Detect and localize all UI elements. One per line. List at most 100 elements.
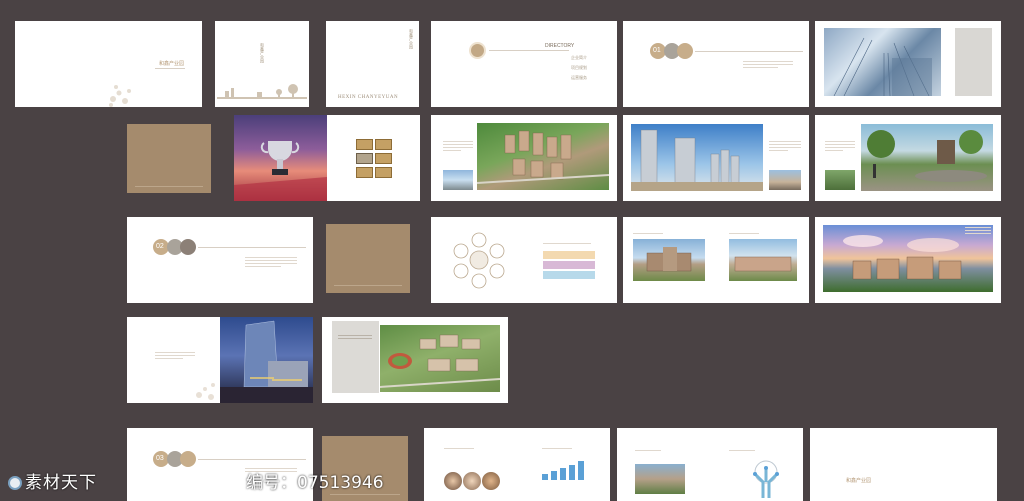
page-aerial-complex <box>431 115 617 201</box>
certificate-plaque <box>375 153 392 164</box>
text-block <box>729 450 755 453</box>
page-kraft-card-2 <box>326 224 410 293</box>
page-intro-landscape: 和鑫产业园 <box>215 21 309 107</box>
site-logo-icon <box>8 476 22 490</box>
tree-diagram-icon <box>753 460 779 498</box>
night-tower-photo <box>220 317 313 403</box>
grey-side-panel <box>955 28 992 96</box>
team-photo <box>444 472 462 490</box>
page-plaza <box>815 115 1001 201</box>
text-block <box>155 352 195 361</box>
logo-emblem <box>469 42 486 59</box>
campus-photo-right <box>729 239 797 281</box>
chapter-rule <box>198 247 306 248</box>
cover-subtitle: HEXIN CHANYEYUAN <box>338 95 399 100</box>
text-block <box>743 61 793 70</box>
toc-list: 企业简介 项目规划 运营服务 <box>571 55 601 81</box>
page-sunset-campus <box>815 217 1001 303</box>
office-towers-icon <box>631 129 763 191</box>
page-back-cover: 和鑫产业园 <box>810 428 997 501</box>
page-kraft-card <box>127 124 211 193</box>
page-chapter-02: 02 <box>127 217 313 303</box>
chapter-circle-3 <box>180 451 196 467</box>
landscape-silhouette-icon <box>217 84 307 99</box>
tower-lines-icon <box>833 37 932 96</box>
cover-title: 和鑫产业园 <box>159 61 185 67</box>
aerial-render-photo <box>477 123 609 190</box>
kraft-rule <box>334 285 402 286</box>
legend-swatch <box>543 261 595 269</box>
chapter-number: 02 <box>156 243 164 250</box>
text-block <box>444 448 474 451</box>
page-award-spread <box>234 115 420 201</box>
page-campus-views <box>623 217 809 303</box>
plaza-scene-icon <box>867 130 987 182</box>
color-legend <box>543 251 595 279</box>
chapter-number: 01 <box>653 47 661 54</box>
directory-label: DIRECTORY <box>545 43 575 49</box>
certificate-grid <box>356 139 392 178</box>
text-block <box>729 233 759 236</box>
trophy-photo <box>234 115 327 201</box>
certificate-plaque <box>356 153 373 164</box>
chapter-rule <box>695 51 803 52</box>
page-skyscraper <box>815 21 1001 107</box>
masterplan-photo <box>380 325 500 392</box>
text-block <box>543 243 591 246</box>
text-block <box>769 141 801 153</box>
watermark-id: 编号：07513946 <box>246 473 384 493</box>
chapter-rule <box>198 459 306 460</box>
page-chapter-01: 01 <box>623 21 809 107</box>
team-photo <box>482 472 500 490</box>
vertical-title: 和鑫产业园 <box>260 43 265 63</box>
toc-item: 企业简介 <box>571 55 587 60</box>
growth-bar-chart <box>542 461 584 480</box>
certificate-plaque <box>356 139 373 150</box>
skyscraper-photo <box>824 28 941 96</box>
watermark-site: 素材天下 <box>8 468 97 493</box>
campus-aerial-thumb <box>635 464 685 494</box>
page-service-diagram <box>431 217 617 303</box>
toc-item: 项目规划 <box>571 65 587 70</box>
school-building-icon <box>734 256 792 272</box>
text-block <box>965 227 991 236</box>
trophy-icon <box>234 141 327 201</box>
back-cover-title: 和鑫产业园 <box>846 478 872 484</box>
page-aerial-masterplan <box>322 317 508 403</box>
kraft-rule <box>135 186 203 187</box>
vertical-title-2: 和鑫产业园 <box>409 29 414 49</box>
city-thumb-photo <box>443 170 473 190</box>
certificate-plaque <box>356 167 373 178</box>
street-thumb-photo <box>769 170 801 190</box>
toc-item: 运营服务 <box>571 75 587 80</box>
page-spine-title: 和鑫产业园 HEXIN CHANYEYUAN <box>326 21 419 107</box>
page-twin-towers <box>623 115 809 201</box>
text-block <box>633 233 663 236</box>
campus-building-icon <box>646 247 692 272</box>
chapter-circle-3 <box>180 239 196 255</box>
certificate-plaque <box>375 139 392 150</box>
text-block <box>635 450 661 453</box>
plaza-photo <box>861 124 993 191</box>
text-block <box>542 448 572 451</box>
glass-tower-icon <box>220 320 313 403</box>
campus-photo-left <box>633 239 705 281</box>
text-block <box>245 257 297 269</box>
team-portraits <box>444 472 500 490</box>
cover-title-rule <box>155 68 185 69</box>
page-directory: DIRECTORY 企业简介 项目规划 运营服务 <box>431 21 617 107</box>
text-block <box>443 141 473 153</box>
building-blocks-icon <box>477 130 609 184</box>
caption-grey-panel <box>332 321 379 393</box>
directory-rule <box>489 50 569 51</box>
site-plan-icon <box>380 334 500 388</box>
chapter-circle-3 <box>677 43 693 59</box>
watermark-site-name: 素材天下 <box>25 473 97 493</box>
floral-ornament-icon <box>196 383 215 400</box>
text-block <box>338 335 372 341</box>
service-wheel-diagram <box>453 232 505 289</box>
page-night-tower <box>127 317 313 403</box>
team-photo <box>463 472 481 490</box>
legend-swatch <box>543 271 595 279</box>
page-team-stats <box>424 428 610 501</box>
